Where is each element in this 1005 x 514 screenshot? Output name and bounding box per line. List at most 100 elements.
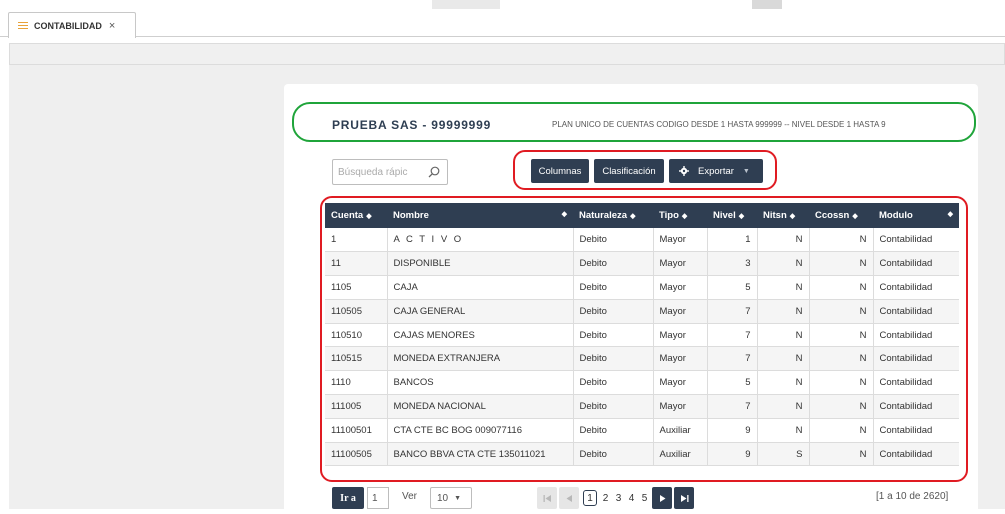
goto-button[interactable]: Ir a bbox=[332, 487, 364, 509]
export-button[interactable]: Exportar ▼ bbox=[669, 159, 763, 183]
per-page-select[interactable]: 10 ▼ bbox=[430, 487, 472, 509]
cell-nivel: 7 bbox=[707, 299, 758, 324]
column-header-modulo[interactable]: Modulo ◆ bbox=[873, 203, 959, 228]
sort-icon[interactable]: ◆ bbox=[562, 210, 567, 218]
sort-button[interactable]: Clasificación bbox=[594, 159, 664, 183]
cell-nivel: 9 bbox=[707, 442, 758, 467]
column-header-cuenta[interactable]: Cuenta ◆ bbox=[325, 203, 387, 228]
table-row[interactable]: 110515 MONEDA EXTRANJERA Debito Mayor 7 … bbox=[325, 346, 959, 372]
column-header-tipo[interactable]: Tipo ◆ bbox=[653, 203, 707, 228]
cell-ccossn: N bbox=[809, 251, 874, 277]
sort-icon[interactable]: ◆ bbox=[682, 213, 687, 220]
page-link[interactable]: 5 bbox=[639, 487, 650, 509]
cell-modulo: Contabilidad bbox=[873, 299, 959, 324]
search-input[interactable] bbox=[338, 164, 424, 180]
quick-search[interactable] bbox=[332, 159, 448, 185]
close-icon[interactable]: × bbox=[109, 20, 115, 32]
table-row[interactable]: 1105 CAJA Debito Mayor 5 N N Contabilida… bbox=[325, 275, 959, 300]
cell-tipo: Mayor bbox=[653, 275, 708, 300]
cell-nitsn: N bbox=[757, 370, 810, 396]
table-row[interactable]: 110505 CAJA GENERAL Debito Mayor 7 N N C… bbox=[325, 299, 959, 324]
cell-naturaleza: Debito bbox=[573, 394, 654, 419]
table-row[interactable]: 11 DISPONIBLE Debito Mayor 3 N N Contabi… bbox=[325, 251, 959, 277]
cell-nitsn: N bbox=[757, 299, 810, 324]
cell-nombre: BANCO BBVA CTA CTE 135011021 bbox=[387, 442, 574, 467]
cell-tipo: Mayor bbox=[653, 251, 708, 277]
table-row[interactable]: 11100505 BANCO BBVA CTA CTE 135011021 De… bbox=[325, 442, 959, 467]
top-strip-block bbox=[432, 0, 500, 9]
cell-naturaleza: Debito bbox=[573, 442, 654, 467]
search-icon[interactable] bbox=[428, 166, 440, 178]
column-header-nitsn[interactable]: Nitsn ◆ bbox=[757, 203, 809, 228]
sort-icon[interactable]: ◆ bbox=[790, 213, 795, 220]
goto-page: Ir a 1 bbox=[332, 487, 389, 509]
table-row[interactable]: 1110 BANCOS Debito Mayor 5 N N Contabili… bbox=[325, 370, 959, 396]
cell-nivel: 7 bbox=[707, 394, 758, 419]
cell-modulo: Contabilidad bbox=[873, 346, 959, 372]
cell-cuenta: 1105 bbox=[325, 275, 388, 300]
cell-cuenta: 110515 bbox=[325, 346, 388, 372]
cell-nombre: A C T I V O bbox=[387, 228, 574, 253]
table-row[interactable]: 111005 MONEDA NACIONAL Debito Mayor 7 N … bbox=[325, 394, 959, 419]
tab-contabilidad[interactable]: CONTABILIDAD × bbox=[8, 12, 136, 38]
sort-icon[interactable]: ◆ bbox=[366, 213, 371, 220]
cell-nombre: MONEDA EXTRANJERA bbox=[387, 346, 574, 372]
cell-naturaleza: Debito bbox=[573, 275, 654, 300]
cell-nitsn: N bbox=[757, 394, 810, 419]
first-page-icon[interactable] bbox=[537, 487, 557, 509]
goto-page-input[interactable]: 1 bbox=[367, 487, 389, 509]
cell-cuenta: 110505 bbox=[325, 299, 388, 324]
columns-button[interactable]: Columnas bbox=[531, 159, 589, 183]
previous-page-icon[interactable] bbox=[559, 487, 579, 509]
sort-icon[interactable]: ◆ bbox=[739, 213, 744, 220]
page-current[interactable]: 1 bbox=[583, 490, 597, 506]
cell-nivel: 5 bbox=[707, 370, 758, 396]
cell-nombre: BANCOS bbox=[387, 370, 574, 396]
cell-nitsn: N bbox=[757, 346, 810, 372]
cell-tipo: Mayor bbox=[653, 323, 708, 348]
cell-modulo: Contabilidad bbox=[873, 418, 959, 443]
cell-tipo: Mayor bbox=[653, 370, 708, 396]
cell-ccossn: N bbox=[809, 299, 874, 324]
last-page-icon[interactable] bbox=[674, 487, 694, 509]
sort-icon[interactable]: ◆ bbox=[630, 213, 635, 220]
cell-modulo: Contabilidad bbox=[873, 228, 959, 253]
column-header-naturaleza[interactable]: Naturaleza ◆ bbox=[573, 203, 653, 228]
cell-cuenta: 1110 bbox=[325, 370, 388, 396]
column-header-nombre[interactable]: Nombre ◆ bbox=[387, 203, 573, 228]
sliders-icon bbox=[18, 21, 28, 30]
column-header-ccossn[interactable]: Ccossn ◆ bbox=[809, 203, 873, 228]
column-header-nivel[interactable]: Nivel ◆ bbox=[707, 203, 757, 228]
cell-nitsn: N bbox=[757, 418, 810, 443]
sort-icon[interactable]: ◆ bbox=[948, 210, 953, 218]
page-link[interactable]: 4 bbox=[626, 487, 637, 509]
cell-nitsn: N bbox=[757, 251, 810, 277]
cell-naturaleza: Debito bbox=[573, 299, 654, 324]
page-link[interactable]: 2 bbox=[600, 487, 611, 509]
cell-naturaleza: Debito bbox=[573, 323, 654, 348]
sort-icon[interactable]: ◆ bbox=[852, 213, 857, 220]
cell-nitsn: N bbox=[757, 228, 810, 253]
cell-modulo: Contabilidad bbox=[873, 442, 959, 467]
cell-modulo: Contabilidad bbox=[873, 251, 959, 277]
per-page-label: Ver bbox=[402, 491, 418, 502]
table-row[interactable]: 11100501 CTA CTE BC BOG 009077116 Debito… bbox=[325, 418, 959, 443]
cell-tipo: Mayor bbox=[653, 299, 708, 324]
cell-nitsn: S bbox=[757, 442, 810, 467]
export-label: Exportar bbox=[698, 165, 734, 177]
chevron-down-icon: ▼ bbox=[454, 494, 462, 502]
accounts-table: Cuenta ◆ Nombre ◆ Naturaleza ◆ Tipo ◆ Nivel ◆… bbox=[325, 203, 959, 467]
cell-nivel: 7 bbox=[707, 346, 758, 372]
cell-naturaleza: Debito bbox=[573, 346, 654, 372]
cell-nivel: 3 bbox=[707, 251, 758, 277]
cell-cuenta: 11100501 bbox=[325, 418, 388, 443]
cell-ccossn: N bbox=[809, 394, 874, 419]
cell-nivel: 9 bbox=[707, 418, 758, 443]
next-page-icon[interactable] bbox=[652, 487, 672, 509]
page-link[interactable]: 3 bbox=[613, 487, 624, 509]
top-strip-block bbox=[752, 0, 782, 9]
pagination: 1 2 3 4 5 bbox=[537, 487, 696, 509]
table-row[interactable]: 110510 CAJAS MENORES Debito Mayor 7 N N … bbox=[325, 323, 959, 348]
cell-nombre: MONEDA NACIONAL bbox=[387, 394, 574, 419]
table-row[interactable]: 1 A C T I V O Debito Mayor 1 N N Contabi… bbox=[325, 228, 959, 253]
